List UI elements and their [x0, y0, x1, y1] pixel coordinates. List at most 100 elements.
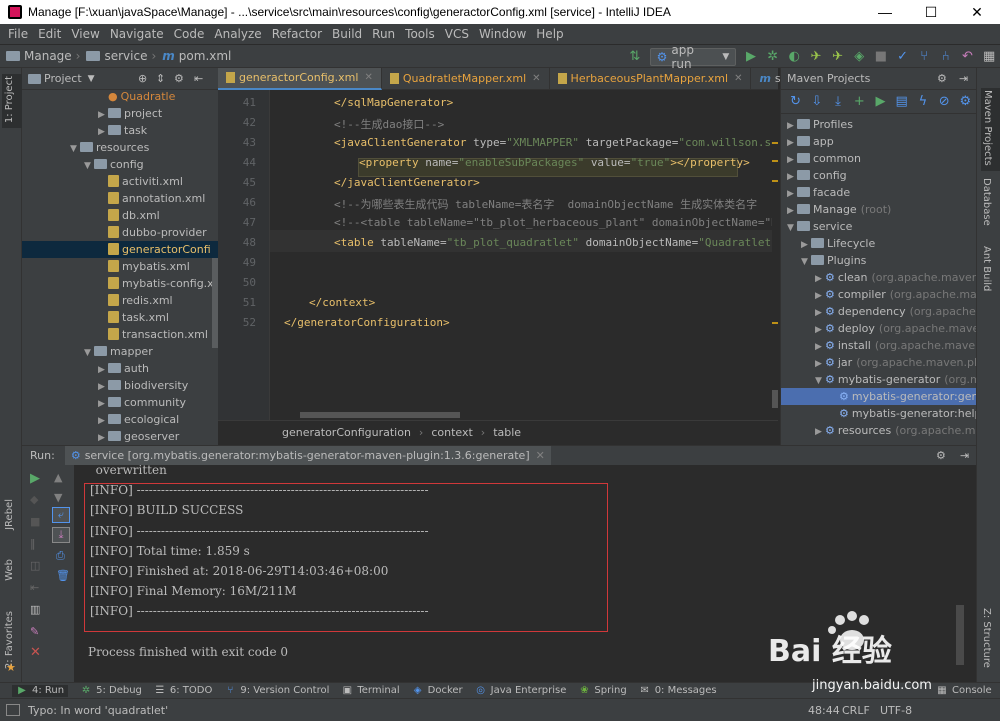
maven-tree-item[interactable]: ▶ ⚙ install (org.apache.maven.pl	[781, 337, 996, 354]
project-tree-item[interactable]: dubbo-provider	[98, 224, 207, 241]
build-icon[interactable]: ⇅	[627, 49, 643, 65]
breadcrumb-table[interactable]: table	[493, 426, 521, 439]
chevron-down-icon[interactable]: ▼	[84, 345, 94, 362]
maven-tree-item[interactable]: ▼ ⚙ mybatis-generator (org.myba	[781, 371, 1000, 388]
maven-tree-item[interactable]: ▶ common	[781, 150, 977, 167]
project-tree-item[interactable]: mybatis.xml	[98, 258, 190, 275]
project-structure-icon[interactable]: ▦	[981, 49, 997, 65]
menu-tools[interactable]: Tools	[405, 27, 435, 41]
project-tree-item[interactable]: mybatis-config.x	[98, 275, 214, 292]
print-icon[interactable]: ⎙	[56, 549, 65, 563]
maven-tree-item[interactable]: ▶ config	[781, 167, 977, 184]
chevron-down-icon[interactable]: ▼	[84, 158, 94, 175]
vcs-branch-icon[interactable]: ⑂	[916, 49, 932, 65]
project-tree-item[interactable]: task.xml	[98, 309, 169, 326]
sync-icon[interactable]: ⊕	[138, 72, 147, 85]
tool-window-console[interactable]: ▦ Console	[936, 685, 991, 697]
vcs-compare-icon[interactable]: ⑃	[938, 49, 954, 65]
menu-run[interactable]: Run	[372, 27, 395, 41]
database-tool-button[interactable]: Database	[981, 178, 992, 229]
stop-icon[interactable]: ■	[30, 515, 40, 528]
project-tree-item[interactable]: ▶ geoserver	[98, 428, 179, 445]
hide-icon[interactable]: ⇥	[959, 72, 968, 85]
project-tree-item[interactable]: ▶ community	[98, 394, 186, 411]
code-editor[interactable]: </sqlMapGenerator> <!--生成dao接口--> <javaCli…	[270, 90, 778, 420]
editor-tab[interactable]: generactorConfig.xml ✕	[218, 67, 382, 90]
maven-projects-tool-button[interactable]: Maven Projects	[981, 88, 1000, 171]
pause-output-icon[interactable]: ◆	[30, 493, 38, 506]
maven-tree-item[interactable]: ▼ Plugins	[781, 252, 977, 269]
project-tree-item[interactable]: ▼ mapper	[84, 343, 153, 360]
download-icon[interactable]: ⤓	[830, 94, 845, 110]
project-tree-item[interactable]: ▶ project	[98, 105, 162, 122]
maven-tree-item[interactable]: ▶ ⚙ jar (org.apache.maven.plugin	[781, 354, 1000, 371]
maximize-button[interactable]: ☐	[908, 0, 954, 24]
project-tree-item[interactable]: transaction.xml	[98, 326, 208, 343]
minimize-button[interactable]: —	[862, 0, 908, 24]
structure-tool-button[interactable]: Z: Structure	[981, 608, 1000, 671]
settings-icon[interactable]: ⚙	[174, 72, 184, 85]
cursor-position[interactable]: 48:44	[808, 704, 840, 717]
jrebel-tool-button[interactable]: JRebel	[4, 499, 15, 533]
error-stripe[interactable]	[772, 90, 778, 420]
collapse-icon[interactable]: ⇕	[156, 72, 165, 85]
nav-crumb-service[interactable]: service	[86, 49, 147, 63]
debug-icon[interactable]: ✲	[765, 49, 781, 65]
menu-code[interactable]: Code	[174, 27, 205, 41]
tool-window-4-run[interactable]: ▶ 4: Run	[12, 684, 69, 697]
layout-icon[interactable]: ▥	[30, 603, 40, 616]
hide-icon[interactable]: ⇤	[194, 72, 203, 85]
up-icon[interactable]: ▲	[54, 471, 62, 484]
maven-tree-item[interactable]: ▶ Lifecycle	[781, 235, 977, 252]
tool-window-java-enterprise[interactable]: ◎ Java Enterprise	[475, 685, 566, 697]
generate-sources-icon[interactable]: ⇩	[809, 94, 824, 110]
maven-tree-item[interactable]: ▶ ⚙ deploy (org.apache.maven.pl	[781, 320, 1000, 337]
project-tree-item[interactable]: ▶ auth	[98, 360, 149, 377]
menu-file[interactable]: File	[8, 27, 28, 41]
maven-tree-item[interactable]: ⚙ mybatis-generator:help	[781, 405, 982, 422]
maven-tree-item[interactable]: ▶ facade	[781, 184, 977, 201]
editor-tab[interactable]: HerbaceousPlantMapper.xml ✕	[550, 67, 752, 90]
maven-tree-item[interactable]: ▼ service	[781, 218, 977, 235]
menu-help[interactable]: Help	[536, 27, 563, 41]
menu-build[interactable]: Build	[332, 27, 362, 41]
tool-window-docker[interactable]: ◈ Docker	[412, 685, 463, 697]
add-icon[interactable]: +	[852, 94, 867, 110]
breadcrumb-generator-configuration[interactable]: generatorConfiguration	[282, 426, 411, 439]
close-icon[interactable]: ✕	[536, 449, 545, 462]
coverage-icon[interactable]: ◐	[787, 49, 803, 65]
maven-tree-item[interactable]: ▶ app	[781, 133, 977, 150]
exit-icon[interactable]: ⇤	[30, 581, 39, 594]
chevron-down-icon[interactable]: ▼	[70, 141, 80, 158]
project-tree-item[interactable]: db.xml	[98, 207, 160, 224]
stop-icon[interactable]: ■	[873, 49, 889, 65]
project-tree-item[interactable]: ▼ resources	[70, 139, 149, 156]
scroll-to-end-icon[interactable]: ⤓	[52, 527, 70, 543]
tool-window-terminal[interactable]: ▣ Terminal	[341, 685, 400, 697]
tool-window-5-debug[interactable]: ✲ 5: Debug	[80, 685, 142, 697]
vcs-update-icon[interactable]: ✓	[895, 49, 911, 65]
project-tree-item[interactable]: ▶ task	[98, 122, 147, 139]
close-icon[interactable]: ✕	[30, 645, 41, 660]
code-vscrollbar[interactable]	[772, 390, 778, 408]
menu-refactor[interactable]: Refactor	[272, 27, 322, 41]
project-tree-item[interactable]: ▶ biodiversity	[98, 377, 188, 394]
nav-crumb-manage[interactable]: Manage	[6, 49, 72, 63]
settings-icon[interactable]: ⚙	[937, 72, 947, 85]
down-icon[interactable]: ▼	[54, 491, 62, 504]
restore-layout-icon[interactable]: ◫	[30, 559, 40, 572]
close-button[interactable]: ✕	[954, 0, 1000, 24]
undo-icon[interactable]: ↶	[960, 49, 976, 65]
maven-tree-item[interactable]: ▶ ⚙ resources (org.apache.maven	[781, 422, 1000, 439]
run-icon[interactable]: ▶	[743, 49, 759, 65]
execute-goal-icon[interactable]: ▤	[894, 94, 909, 110]
skip-tests-icon[interactable]: ⊘	[937, 94, 952, 110]
maven-tree-item[interactable]: ▶ ⚙ dependency (org.apache.mav	[781, 303, 1000, 320]
clear-icon[interactable]: 🗑	[56, 569, 70, 582]
breadcrumb-context[interactable]: context	[431, 426, 472, 439]
profiler-icon[interactable]: ◈	[851, 49, 867, 65]
project-tree-item[interactable]: ▼ config	[84, 156, 144, 173]
project-tree-item[interactable]: ▶ ecological	[98, 411, 179, 428]
run-config-select[interactable]: ⚙ app run ▼	[649, 43, 737, 71]
menu-window[interactable]: Window	[479, 27, 526, 41]
